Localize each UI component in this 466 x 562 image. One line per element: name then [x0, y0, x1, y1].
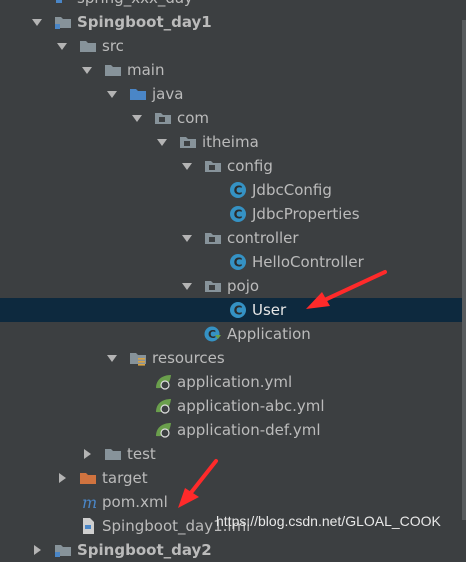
collapse-arrow-icon[interactable] [31, 544, 43, 556]
package-icon [154, 109, 172, 127]
tree-row-main[interactable]: main [0, 58, 462, 82]
spring-app-icon: C [204, 325, 222, 343]
tree-row-label: resources [152, 349, 225, 367]
collapse-arrow-icon[interactable] [56, 472, 68, 484]
tree-row-label: pojo [227, 277, 260, 295]
svg-text:C: C [208, 328, 216, 341]
expand-arrow-icon[interactable] [56, 40, 68, 52]
tree-row-test[interactable]: test [0, 442, 462, 466]
tree-row-application-yml[interactable]: application.yml [0, 370, 462, 394]
tree-row-label: java [152, 85, 184, 103]
tree-row-partial-bottom[interactable]: Spingboot_day2 [0, 538, 462, 562]
spring-config-icon [154, 421, 172, 439]
tree-row-label: controller [227, 229, 299, 247]
expand-arrow-icon[interactable] [81, 64, 93, 76]
expand-arrow-icon[interactable] [106, 352, 118, 364]
spring-config-icon [154, 373, 172, 391]
tree-row-java[interactable]: java [0, 82, 462, 106]
expand-arrow-icon[interactable] [131, 112, 143, 124]
svg-text:m: m [82, 493, 97, 511]
class-icon: C [229, 301, 247, 319]
svg-text:C: C [234, 184, 243, 198]
svg-text:C: C [234, 304, 243, 318]
tree-row-pojo[interactable]: pojo [0, 274, 462, 298]
tree-row-user[interactable]: C User [0, 298, 462, 322]
expand-arrow-icon[interactable] [181, 232, 193, 244]
class-icon: C [229, 205, 247, 223]
package-icon [204, 229, 222, 247]
tree-row-label: application-abc.yml [177, 397, 325, 415]
tree-row-label: test [127, 445, 156, 463]
tree-row-application-def-yml[interactable]: application-def.yml [0, 418, 462, 442]
package-icon [179, 133, 197, 151]
iml-file-icon [79, 517, 97, 535]
tree-row-com[interactable]: com [0, 106, 462, 130]
collapse-arrow-icon[interactable] [81, 448, 93, 460]
expand-arrow-icon[interactable] [156, 136, 168, 148]
maven-icon: m [79, 493, 97, 511]
module-folder-icon [54, 13, 72, 31]
module-folder-icon [54, 541, 72, 559]
tree-row-jdbcconfig[interactable]: C JdbcConfig [0, 178, 462, 202]
tree-row-pom-xml[interactable]: m pom.xml [0, 490, 462, 514]
scrollbar-track[interactable] [462, 0, 466, 543]
expand-arrow-icon[interactable] [31, 16, 43, 28]
tree-row-label: src [102, 37, 124, 55]
source-folder-icon [129, 85, 147, 103]
tree-row-application[interactable]: C Application [0, 322, 462, 346]
tree-row-config[interactable]: config [0, 154, 462, 178]
package-icon [204, 157, 222, 175]
package-icon [204, 277, 222, 295]
tree-row-application-abc-yml[interactable]: application-abc.yml [0, 394, 462, 418]
tree-row-label: Application [227, 325, 311, 343]
spring-config-icon [154, 397, 172, 415]
tree-row-label: com [177, 109, 210, 127]
svg-text:C: C [234, 208, 243, 222]
annotation-arrow-user [306, 270, 387, 309]
tree-row-controller[interactable]: controller [0, 226, 462, 250]
tree-row-itheima[interactable]: itheima [0, 130, 462, 154]
expand-arrow-icon[interactable] [181, 280, 193, 292]
tree-row-label: User [252, 301, 287, 319]
tree-row-label: JdbcConfig [252, 181, 332, 199]
tree-row-label: config [227, 157, 273, 175]
tree-row-label: pom.xml [102, 493, 168, 511]
svg-text:C: C [234, 256, 243, 270]
class-icon: C [229, 181, 247, 199]
resources-folder-icon [129, 349, 147, 367]
tree-row-label: Spingboot_day1 [77, 13, 212, 31]
tree-row-label: application-def.yml [177, 421, 321, 439]
tree-row-src[interactable]: src [0, 34, 462, 58]
tree-row-target[interactable]: target [0, 466, 462, 490]
expand-arrow-icon[interactable] [106, 88, 118, 100]
watermark: https://blog.csdn.net/GLOAL_COOK [216, 513, 441, 529]
tree-row-label: main [127, 61, 165, 79]
annotation-arrow-pom [178, 459, 218, 508]
tree-row-label: JdbcProperties [252, 205, 360, 223]
tree-row-jdbcproperties[interactable]: C JdbcProperties [0, 202, 462, 226]
tree-row-resources[interactable]: resources [0, 346, 462, 370]
tree-row-spingboot-day1[interactable]: Spingboot_day1 [0, 10, 462, 34]
folder-icon [104, 61, 122, 79]
scrollbar-thumb[interactable] [462, 20, 466, 520]
tree-row-hellocontroller[interactable]: C HelloController [0, 250, 462, 274]
class-icon: C [229, 253, 247, 271]
tree-row-label: target [102, 469, 148, 487]
excluded-folder-icon [79, 469, 97, 487]
tree-row-label: application.yml [177, 373, 293, 391]
folder-icon [104, 445, 122, 463]
module-icon [54, 0, 72, 7]
expand-arrow-icon[interactable] [181, 160, 193, 172]
tree-row-label: itheima [202, 133, 259, 151]
tree-row-label: spring_xxx_day [77, 0, 193, 9]
tree-row-label: Spingboot_day2 [77, 541, 212, 559]
folder-icon [79, 37, 97, 55]
tree-row-partial-top[interactable]: spring_xxx_day [0, 0, 462, 10]
